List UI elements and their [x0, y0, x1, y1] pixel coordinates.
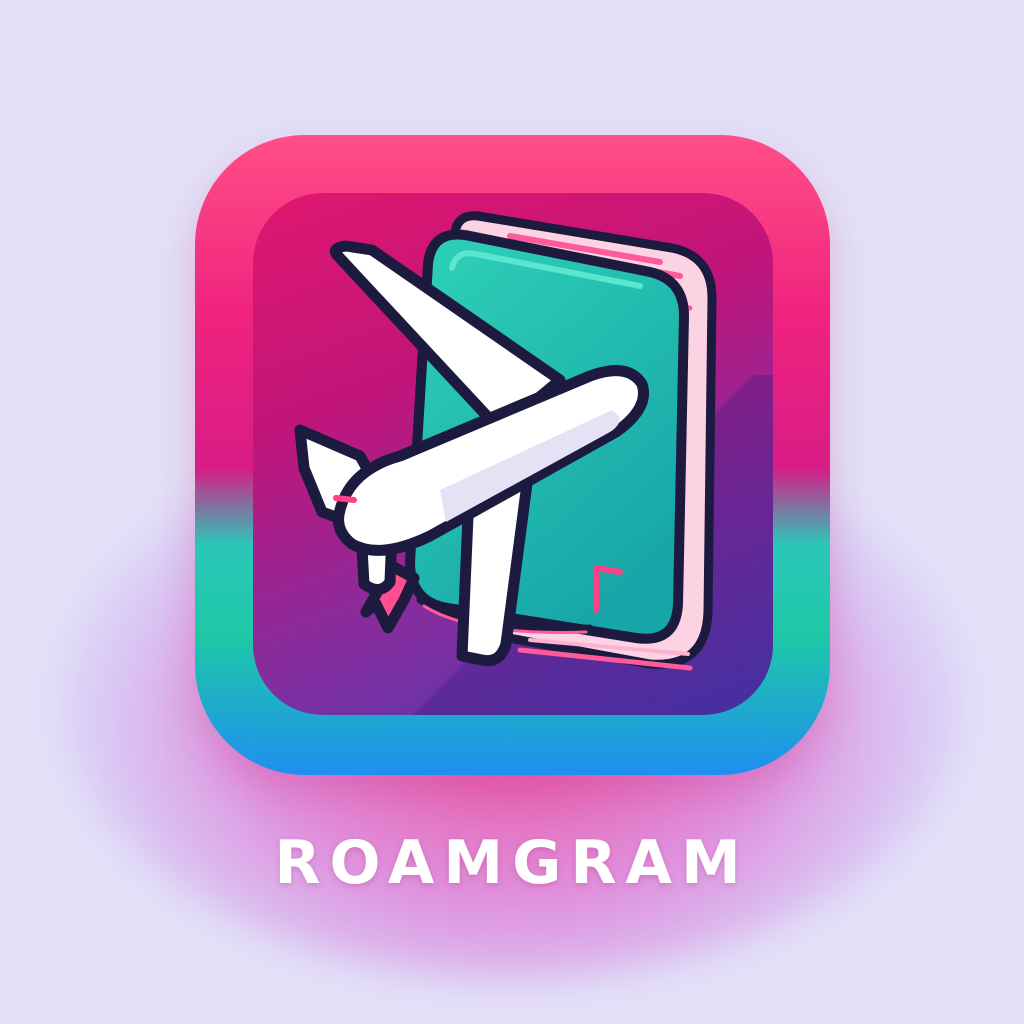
brand-name: ROAMGRAM [274, 828, 750, 898]
tail-accent [333, 495, 357, 503]
